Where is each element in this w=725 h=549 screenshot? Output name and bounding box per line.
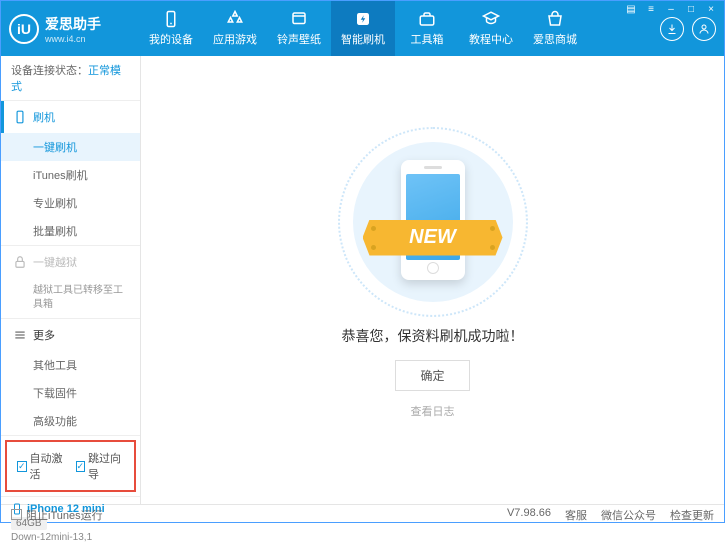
tab-label: 爱思商城 bbox=[533, 31, 577, 47]
update-link[interactable]: 检查更新 bbox=[670, 507, 714, 523]
sidebar-item-pro[interactable]: 专业刷机 bbox=[1, 189, 140, 217]
view-log-link[interactable]: 查看日志 bbox=[411, 403, 455, 419]
tab-toolbox[interactable]: 工具箱 bbox=[395, 1, 459, 56]
tray-icon[interactable]: ≡ bbox=[643, 2, 659, 16]
apps-icon bbox=[226, 10, 244, 28]
sidebar-item-advanced[interactable]: 高级功能 bbox=[1, 407, 140, 435]
tab-tutorial[interactable]: 教程中心 bbox=[459, 1, 523, 56]
checkbox-icon: ✓ bbox=[17, 461, 27, 472]
wechat-link[interactable]: 微信公众号 bbox=[601, 507, 656, 523]
connection-status: 设备连接状态：正常模式 bbox=[1, 56, 140, 101]
phone-flash-icon bbox=[13, 110, 27, 124]
device-icon bbox=[162, 10, 180, 28]
media-icon bbox=[290, 10, 308, 28]
flash-icon bbox=[354, 10, 372, 28]
window-controls: ▤ ≡ – □ × bbox=[623, 2, 719, 16]
tab-label: 教程中心 bbox=[469, 31, 513, 47]
sidebar-header-flash[interactable]: 刷机 bbox=[1, 101, 140, 133]
tab-label: 铃声壁纸 bbox=[277, 31, 321, 47]
close-icon[interactable]: × bbox=[703, 2, 719, 16]
sidebar-header-more[interactable]: 更多 bbox=[1, 319, 140, 351]
confirm-button[interactable]: 确定 bbox=[395, 360, 469, 391]
jailbreak-note: 越狱工具已转移至工具箱 bbox=[1, 278, 140, 318]
logo-icon: iU bbox=[9, 14, 39, 44]
checkbox-icon: ✓ bbox=[76, 461, 86, 472]
skip-guide-checkbox[interactable]: ✓ 跳过向导 bbox=[76, 450, 125, 482]
block-itunes-checkbox[interactable]: 阻止iTunes运行 bbox=[11, 507, 103, 523]
device-model: Down-12mini-13,1 bbox=[11, 532, 130, 543]
download-icon bbox=[666, 23, 678, 35]
highlighted-options: ✓ 自动激活 ✓ 跳过向导 bbox=[5, 440, 136, 492]
maximize-icon[interactable]: □ bbox=[683, 2, 699, 16]
user-icon bbox=[698, 23, 710, 35]
auto-activate-checkbox[interactable]: ✓ 自动激活 bbox=[17, 450, 66, 482]
sidebar-item-firmware[interactable]: 下载固件 bbox=[1, 379, 140, 407]
user-button[interactable] bbox=[692, 17, 716, 41]
toolbox-icon bbox=[418, 10, 436, 28]
success-message: 恭喜您，保资料刷机成功啦！ bbox=[342, 326, 524, 346]
store-icon bbox=[546, 10, 564, 28]
sidebar-header-jailbreak[interactable]: 一键越狱 bbox=[1, 246, 140, 278]
tab-media[interactable]: 铃声壁纸 bbox=[267, 1, 331, 56]
tab-my-device[interactable]: 我的设备 bbox=[139, 1, 203, 56]
app-title: 爱思助手 bbox=[45, 14, 101, 34]
sidebar-item-other[interactable]: 其他工具 bbox=[1, 351, 140, 379]
tab-label: 我的设备 bbox=[149, 31, 193, 47]
tab-label: 智能刷机 bbox=[341, 31, 385, 47]
tab-apps[interactable]: 应用游戏 bbox=[203, 1, 267, 56]
version-label: V7.98.66 bbox=[507, 507, 551, 523]
sidebar-item-oneclick[interactable]: 一键刷机 bbox=[1, 133, 140, 161]
checkbox-icon bbox=[11, 509, 22, 520]
sidebar-item-itunes[interactable]: iTunes刷机 bbox=[1, 161, 140, 189]
main-content: NEW 恭喜您，保资料刷机成功啦！ 确定 查看日志 bbox=[141, 56, 724, 504]
download-button[interactable] bbox=[660, 17, 684, 41]
sidebar-item-batch[interactable]: 批量刷机 bbox=[1, 217, 140, 245]
support-link[interactable]: 客服 bbox=[565, 507, 587, 523]
success-illustration: NEW bbox=[353, 142, 513, 302]
nav-tabs: 我的设备 应用游戏 铃声壁纸 智能刷机 工具箱 教程中心 爱思商城 bbox=[139, 1, 660, 56]
tab-store[interactable]: 爱思商城 bbox=[523, 1, 587, 56]
logo[interactable]: iU 爱思助手 www.i4.cn bbox=[9, 14, 139, 44]
app-url: www.i4.cn bbox=[45, 34, 101, 44]
sidebar: 设备连接状态：正常模式 刷机 一键刷机 iTunes刷机 专业刷机 批量刷机 一… bbox=[1, 56, 141, 504]
minimize-icon[interactable]: – bbox=[663, 2, 679, 16]
tab-flash[interactable]: 智能刷机 bbox=[331, 1, 395, 56]
more-icon bbox=[13, 328, 27, 342]
tab-label: 工具箱 bbox=[411, 31, 444, 47]
tab-label: 应用游戏 bbox=[213, 31, 257, 47]
lock-icon bbox=[13, 255, 27, 269]
menu-icon[interactable]: ▤ bbox=[623, 2, 639, 16]
tutorial-icon bbox=[482, 10, 500, 28]
new-banner: NEW bbox=[363, 220, 503, 256]
header: iU 爱思助手 www.i4.cn 我的设备 应用游戏 铃声壁纸 智能刷机 工具… bbox=[1, 1, 724, 56]
